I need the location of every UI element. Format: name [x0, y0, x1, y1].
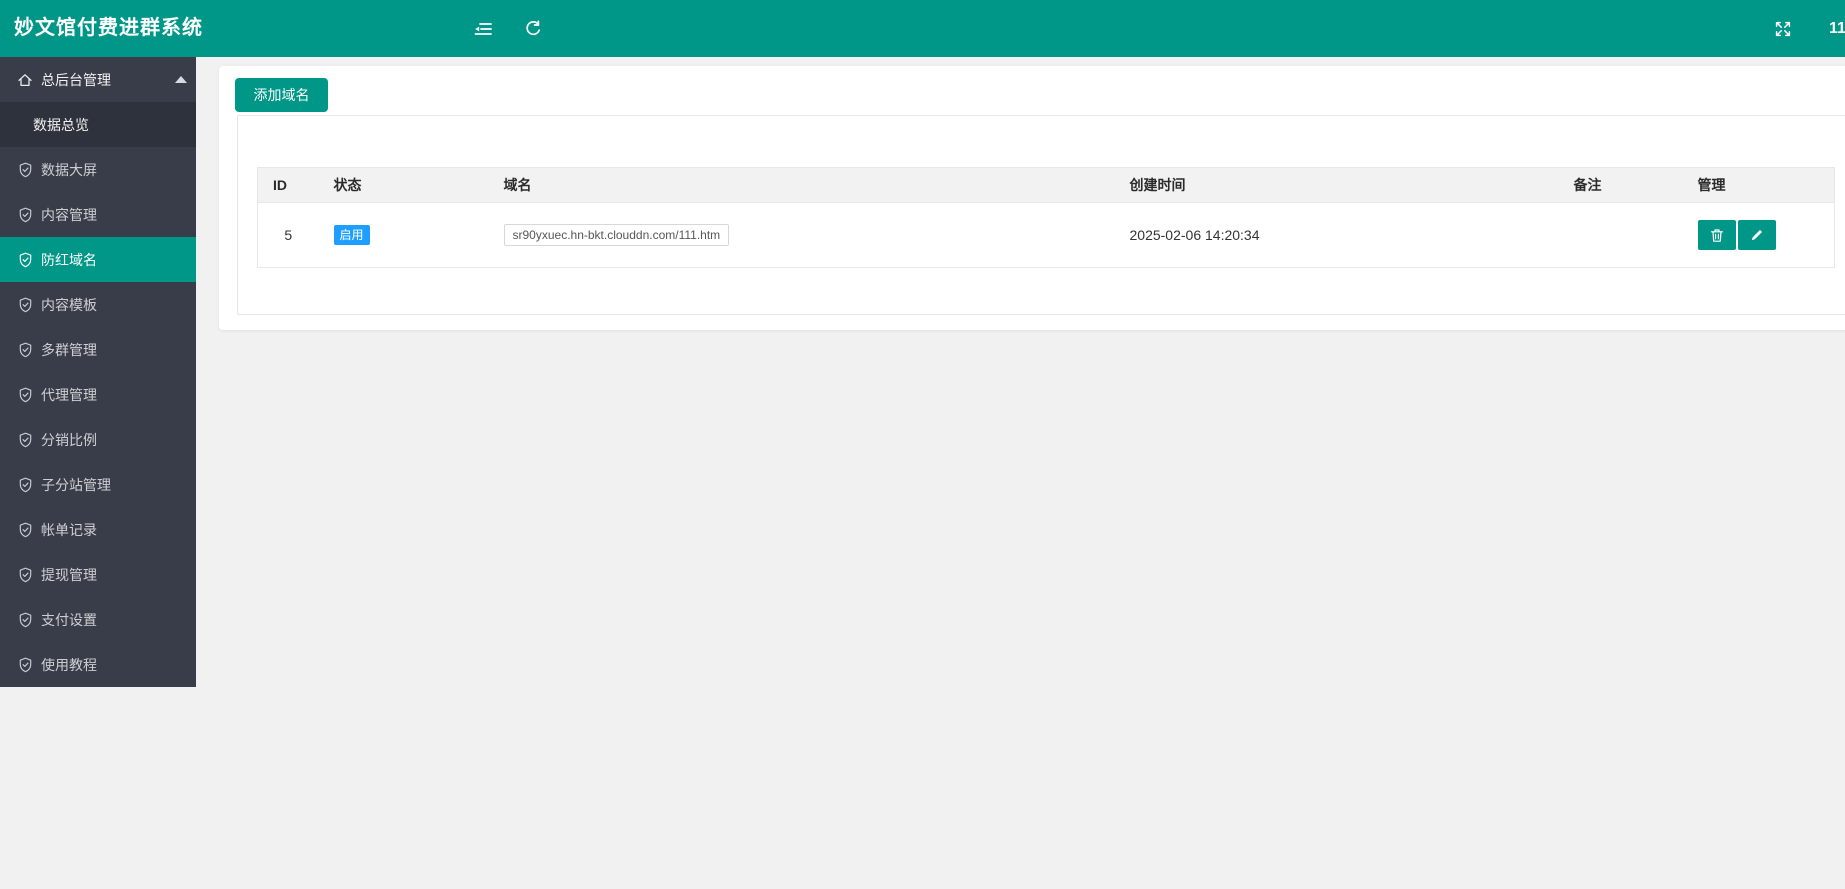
pencil-icon	[1751, 229, 1762, 241]
domain-url-field[interactable]: sr90yxuec.hn-bkt.clouddn.com/111.htm	[503, 224, 730, 246]
col-header-remark: 备注	[1558, 167, 1683, 203]
cell-remark	[1558, 202, 1683, 268]
content-panel: 添加域名 ID 状态 域名 创建时间 备注 管理 5 启用 sr90yxuec.…	[219, 66, 1845, 330]
sidebar-item-billing-records[interactable]: 帐单记录	[0, 507, 196, 552]
sidebar-item-label: 内容模板	[41, 296, 97, 313]
sidebar-item-tutorial[interactable]: 使用教程	[0, 642, 196, 687]
shield-check-icon	[17, 162, 33, 178]
domains-table: ID 状态 域名 创建时间 备注 管理 5 启用 sr90yxuec.hn-bk…	[257, 167, 1835, 268]
edit-button[interactable]	[1737, 220, 1776, 250]
sidebar-nav: 总后台管理 数据总览 数据大屏 内容管理 防红域名 内容模板 多群管理 代理管理…	[0, 57, 196, 687]
sidebar-item-data-overview[interactable]: 数据总览	[0, 102, 196, 147]
cell-id: 5	[257, 202, 319, 268]
sidebar-item-label: 分销比例	[41, 431, 97, 448]
sidebar-item-substation-manage[interactable]: 子分站管理	[0, 462, 196, 507]
sidebar-item-label: 防红域名	[41, 251, 97, 268]
sidebar-item-data-screen[interactable]: 数据大屏	[0, 147, 196, 192]
trash-icon	[1710, 228, 1723, 242]
sidebar-item-payment-settings[interactable]: 支付设置	[0, 597, 196, 642]
cell-actions	[1682, 202, 1835, 268]
table-card: ID 状态 域名 创建时间 备注 管理 5 启用 sr90yxuec.hn-bk…	[237, 115, 1845, 315]
delete-button[interactable]	[1697, 220, 1736, 250]
sidebar-item-admin-root[interactable]: 总后台管理	[0, 57, 196, 102]
sidebar-item-label: 多群管理	[41, 341, 97, 358]
sidebar-item-antired-domain[interactable]: 防红域名	[0, 237, 196, 282]
sidebar-item-label: 帐单记录	[41, 521, 97, 538]
home-icon	[17, 72, 33, 88]
shield-check-icon	[17, 342, 33, 358]
fullscreen-icon[interactable]	[1774, 0, 1792, 57]
add-domain-button[interactable]: 添加域名	[235, 78, 328, 112]
sidebar-item-label: 总后台管理	[41, 71, 111, 88]
cell-status: 启用	[318, 202, 489, 268]
shield-check-icon	[17, 207, 33, 223]
shield-check-icon	[17, 252, 33, 268]
table-row: 5 启用 sr90yxuec.hn-bkt.clouddn.com/111.ht…	[257, 202, 1835, 268]
cell-domain: sr90yxuec.hn-bkt.clouddn.com/111.htm	[488, 202, 1115, 268]
col-header-id: ID	[257, 167, 319, 203]
cell-created: 2025-02-06 14:20:34	[1114, 202, 1559, 268]
sidebar-item-withdraw-manage[interactable]: 提现管理	[0, 552, 196, 597]
refresh-icon[interactable]	[525, 0, 542, 57]
sidebar-item-commission-ratio[interactable]: 分销比例	[0, 417, 196, 462]
status-badge[interactable]: 启用	[333, 225, 370, 245]
table-header-row: ID 状态 域名 创建时间 备注 管理	[257, 167, 1835, 203]
shield-check-icon	[17, 297, 33, 313]
app-header: 妙文馆付费进群系统 11	[0, 0, 1845, 57]
app-title: 妙文馆付费进群系统	[14, 17, 203, 39]
sidebar-item-label: 数据总览	[33, 116, 89, 133]
shield-check-icon	[17, 387, 33, 403]
sidebar-item-multi-group[interactable]: 多群管理	[0, 327, 196, 372]
shield-check-icon	[17, 432, 33, 448]
col-header-manage: 管理	[1682, 167, 1835, 203]
col-header-domain: 域名	[488, 167, 1115, 203]
sidebar-item-content-manage[interactable]: 内容管理	[0, 192, 196, 237]
sidebar-item-label: 使用教程	[41, 656, 97, 673]
sidebar-item-label: 代理管理	[41, 386, 97, 403]
shield-check-icon	[17, 567, 33, 583]
sidebar-item-label: 支付设置	[41, 611, 97, 628]
sidebar-item-label: 子分站管理	[41, 476, 111, 493]
col-header-created: 创建时间	[1114, 167, 1559, 203]
shield-check-icon	[17, 522, 33, 538]
sidebar-item-label: 提现管理	[41, 566, 97, 583]
sidebar-item-label: 数据大屏	[41, 161, 97, 178]
shield-check-icon	[17, 477, 33, 493]
chevron-up-icon	[175, 76, 187, 83]
col-header-status: 状态	[318, 167, 489, 203]
sidebar-item-label: 内容管理	[41, 206, 97, 223]
shield-check-icon	[17, 657, 33, 673]
sidebar-item-agent-manage[interactable]: 代理管理	[0, 372, 196, 417]
shield-check-icon	[17, 612, 33, 628]
sidebar-item-content-template[interactable]: 内容模板	[0, 282, 196, 327]
header-user-badge[interactable]: 11	[1829, 0, 1845, 57]
collapse-sidebar-icon[interactable]	[474, 0, 493, 57]
